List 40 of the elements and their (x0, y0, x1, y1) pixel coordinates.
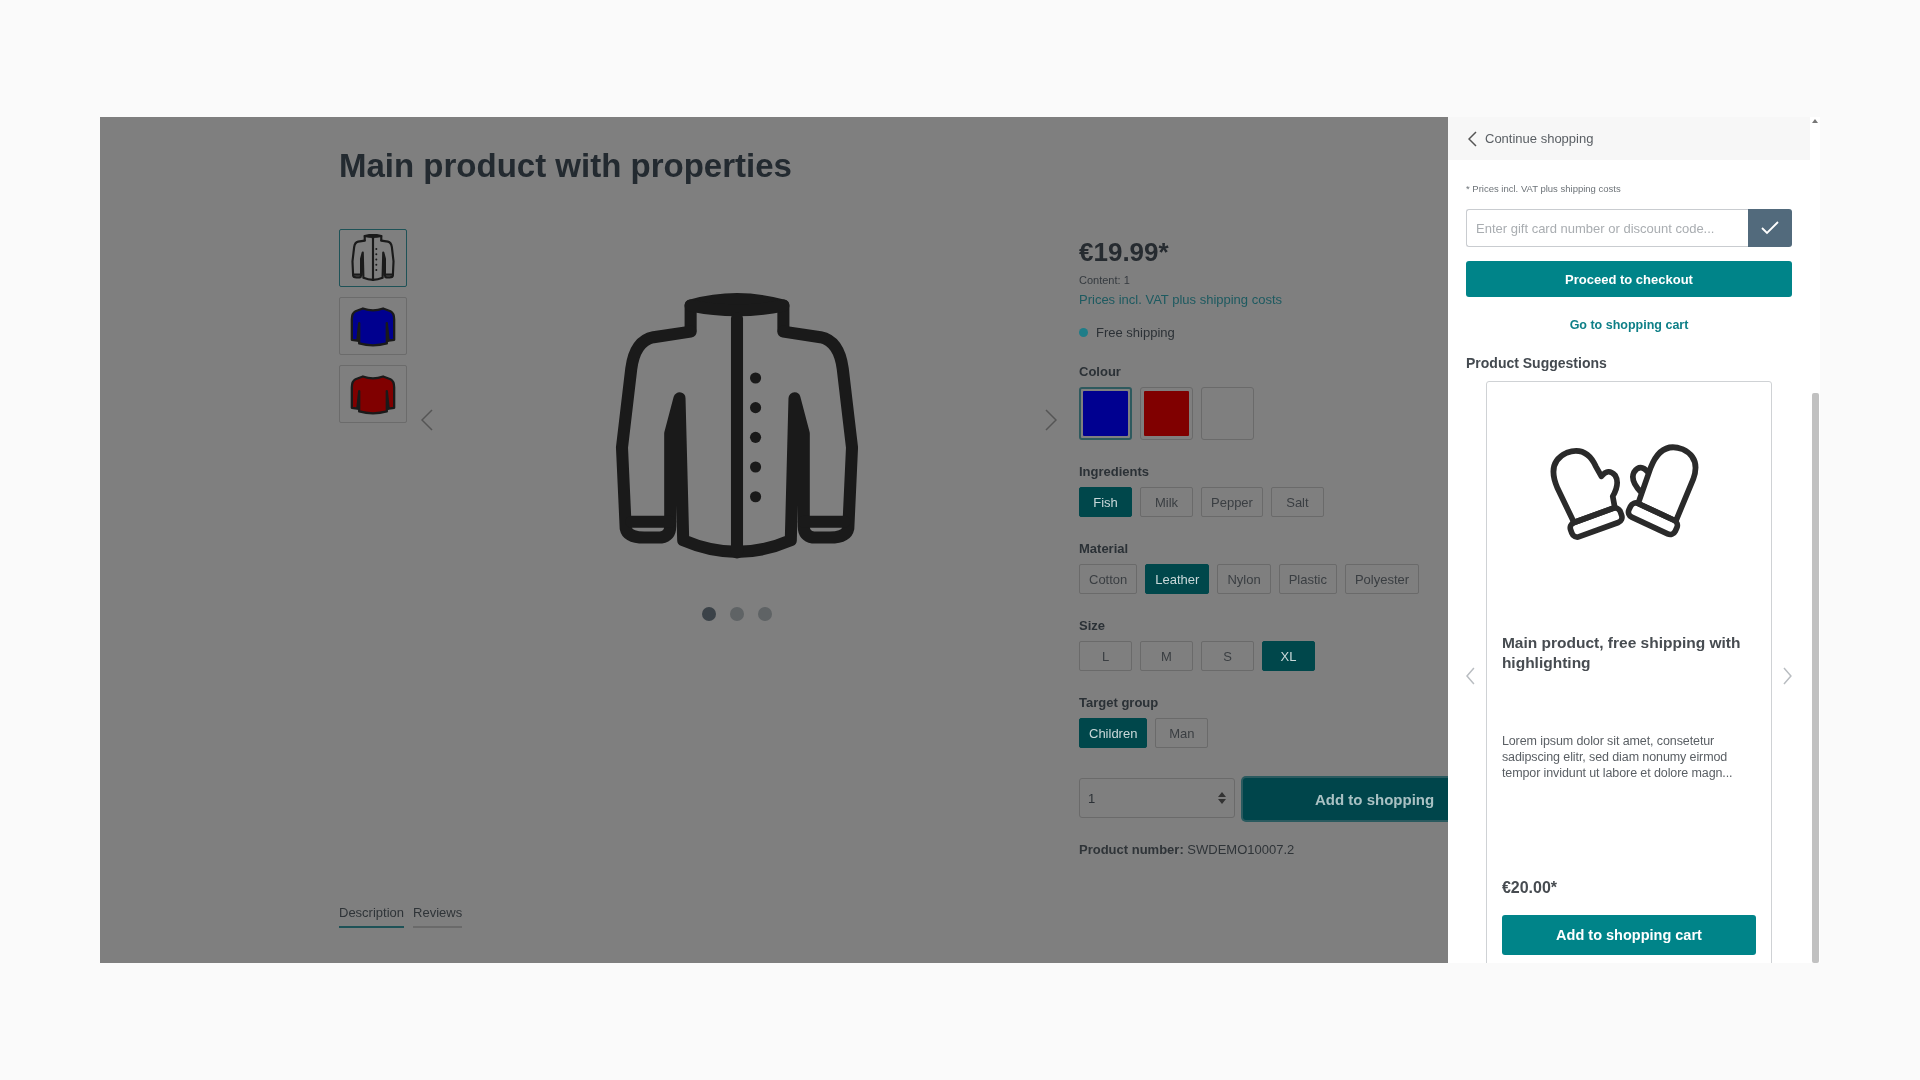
shopping-cart-link[interactable]: Go to shopping cart (1569, 318, 1689, 332)
option-button[interactable]: Fish (1079, 487, 1132, 517)
checkout-button[interactable]: Proceed to checkout (1466, 261, 1792, 297)
option-button[interactable]: Leather (1145, 564, 1210, 594)
option-button[interactable]: Cotton (1079, 564, 1138, 594)
option-button[interactable]: Nylon (1217, 564, 1271, 594)
option-button[interactable]: XL (1262, 641, 1315, 671)
content-info: Content: 1 (1079, 274, 1131, 286)
option-button[interactable]: Pepper (1201, 487, 1263, 517)
tax-note: Prices incl. VAT plus shipping costs (1079, 292, 1284, 307)
shipping-info: Free shipping (1096, 325, 1175, 340)
price-note: * Prices incl. VAT plus shipping costs (1466, 183, 1622, 194)
option-button[interactable]: Plastic (1278, 564, 1337, 594)
option-button[interactable]: M (1140, 641, 1193, 671)
add-to-cart-button[interactable]: Add to shopping (1243, 778, 1448, 820)
section-heading: Product Suggestions (1466, 355, 1608, 371)
option-label: Size (1079, 618, 1106, 633)
product-price: €20.00* (1501, 879, 1559, 897)
continue-shopping-link[interactable]: Continue shopping (1468, 130, 1594, 147)
option-button[interactable]: Milk (1140, 487, 1193, 517)
option-button[interactable]: Man (1155, 718, 1209, 748)
option-button[interactable]: Children (1079, 718, 1148, 748)
option-button[interactable]: S (1201, 641, 1254, 671)
option-label: Material (1079, 541, 1130, 556)
voucher-input[interactable]: Enter gift card number or discount code... (1466, 209, 1748, 247)
tab[interactable]: Reviews (413, 905, 463, 928)
option-button[interactable]: Salt (1270, 487, 1324, 517)
tab[interactable]: Description (339, 905, 405, 928)
add-to-cart-button[interactable]: Add to shopping cart (1501, 915, 1757, 955)
option-label: Ingredients (1079, 464, 1151, 479)
option-button[interactable]: L (1079, 641, 1132, 671)
product-price: €19.99* (1079, 237, 1170, 268)
option-label: Colour (1079, 364, 1122, 379)
quantity-select[interactable]: 1 (1079, 778, 1235, 818)
option-label: Target group (1079, 695, 1160, 710)
option-button[interactable]: Polyester (1344, 564, 1420, 594)
product-name[interactable]: Main product, free shipping with highlighting (1501, 633, 1757, 733)
product-description: Lorem ipsum dolor sit amet, consetetur sadipscing elitr, sed diam nonumy eirmod tempor invidunt ut labore et dolore magn... (1501, 733, 1734, 782)
product-number: Product number: SWDEMO10007.2 (1079, 842, 1296, 857)
product-title: Main product with properties (339, 147, 793, 186)
